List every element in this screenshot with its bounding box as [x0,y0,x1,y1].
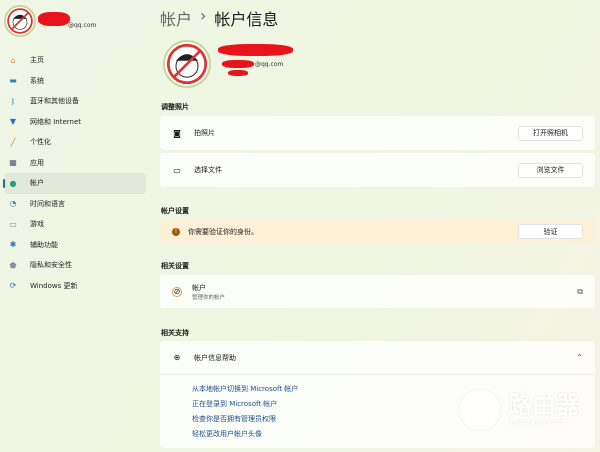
sidebar-nav: ⌂ 主页 ▬ 系统 ᛒ 蓝牙和其他设备 ▼ 网络和 Internet ╱ 个性化 ▦ 应用 ● 帐户 ◔ 时间… [3,50,146,297]
verify-identity-banner: ! 你需要验证你的身份。 验证 [160,219,595,244]
account-email: @qq.com [255,61,284,68]
sidebar-item[interactable]: ▦ 应用 [4,153,146,174]
chevron-up-icon[interactable]: ⌃ [576,353,583,362]
sidebar-item-label: Windows 更新 [30,281,78,290]
profile-avatar [163,40,211,88]
update-icon: ⟳ [9,281,17,291]
sidebar-item-label: 辅助功能 [30,240,58,249]
choose-file-label: 选择文件 [194,166,222,174]
watermark-domain: luyouqi.com [508,418,564,428]
sidebar-item[interactable]: ✱ 辅助功能 [4,235,146,256]
globe-clock-icon: ◔ [9,199,17,209]
sidebar-item-label: 网络和 Internet [30,117,82,126]
sidebar-item-label: 蓝牙和其他设备 [30,97,79,106]
breadcrumb: 帐户 › 帐户信息 [160,6,278,30]
take-photo-row: ◙ 拍照片 打开照相机 [160,116,595,150]
sidebar: @qq.com ⌂ 主页 ▬ 系统 ᛒ 蓝牙和其他设备 ▼ 网络和 Internet ╱ 个性化 ▦… [0,0,152,452]
profile-avatar-small[interactable] [4,5,36,37]
bluetooth-icon: ᛒ [10,96,16,106]
account-avatar-icon: ⊘ [172,286,182,297]
take-photo-label: 拍照片 [194,129,215,137]
accounts-link-title: 帐户 [192,283,206,292]
home-icon: ⌂ [10,55,16,65]
sidebar-item-label: 应用 [30,158,44,167]
sidebar-item-label: 游戏 [30,220,44,229]
open-camera-button[interactable]: 打开照相机 [518,125,583,141]
sidebar-item[interactable]: ◔ 时间和语言 [4,194,146,215]
sidebar-item-label: 个性化 [30,138,51,147]
sidebar-item-label: 系统 [30,76,44,85]
sidebar-item[interactable]: ● 帐户 [3,173,146,194]
sidebar-item-label: 隐私和安全性 [30,261,72,270]
account-help-header[interactable]: ⊕ 帐户信息帮助 ⌃ [160,341,595,375]
redacted-name [218,44,293,56]
page-title: 帐户信息 [214,10,279,29]
warning-icon: ! [172,227,180,236]
apps-icon: ▦ [9,158,17,168]
accounts-link-row[interactable]: ⊘ 帐户 管理你的帐户 ⧉ [160,275,595,308]
shield-icon: ⬟ [9,260,17,270]
globe-icon: ⊕ [173,353,181,362]
verify-button[interactable]: 验证 [518,224,583,239]
router-logo-icon [460,390,500,430]
redacted-email [222,60,254,68]
monitor-icon: ▬ [9,76,17,86]
help-link[interactable]: 从本地帐户切换到 Microsoft 帐户 [192,384,298,394]
sidebar-item[interactable]: ▬ 系统 [4,71,146,92]
section-heading-related-support: 相关支持 [161,329,189,337]
accessibility-icon: ✱ [9,240,17,250]
help-link[interactable]: 正在登录到 Microsoft 帐户 [192,399,277,409]
sidebar-item-label: 主页 [30,56,44,65]
section-heading-account-settings: 帐户设置 [161,207,189,215]
folder-icon: ▭ [173,165,181,175]
sidebar-item[interactable]: ⬟ 隐私和安全性 [4,255,146,276]
section-heading-related-settings: 相关设置 [161,262,189,270]
redacted-email [228,70,248,76]
sidebar-item-label: 帐户 [30,179,44,188]
sidebar-item-label: 时间和语言 [30,199,65,208]
sidebar-item[interactable]: ▼ 网络和 Internet [4,112,146,133]
verify-warning-text: 你需要验证你的身份。 [188,227,258,236]
choose-file-row: ▭ 选择文件 浏览文件 [160,153,595,187]
sidebar-item[interactable]: ▭ 游戏 [4,214,146,235]
section-heading-photo: 调整照片 [161,103,189,111]
watermark: 路由器 luyouqi.com [460,390,580,430]
breadcrumb-accounts[interactable]: 帐户 [160,6,192,30]
accounts-link-subtitle: 管理你的帐户 [192,294,226,301]
help-link[interactable]: 轻松更改用户帐户头像 [192,429,262,439]
help-link[interactable]: 检查你是否拥有管理员权限 [192,414,276,424]
sidebar-item[interactable]: ⌂ 主页 [4,50,146,71]
wifi-icon: ▼ [9,117,17,127]
brush-icon: ╱ [10,137,16,147]
external-link-icon: ⧉ [577,286,583,296]
sidebar-item[interactable]: ᛒ 蓝牙和其他设备 [4,91,146,112]
watermark-title: 路由器 [508,391,580,419]
person-icon: ● [9,178,17,188]
sidebar-item[interactable]: ╱ 个性化 [4,132,146,153]
browse-files-button[interactable]: 浏览文件 [518,162,583,178]
gamepad-icon: ▭ [9,219,17,229]
breadcrumb-separator: › [200,6,207,25]
sidebar-item[interactable]: ⟳ Windows 更新 [4,276,146,297]
account-help-title: 帐户信息帮助 [194,353,236,362]
redacted-name [38,12,70,26]
profile-email: @qq.com [68,22,97,29]
camera-icon: ◙ [173,128,181,138]
